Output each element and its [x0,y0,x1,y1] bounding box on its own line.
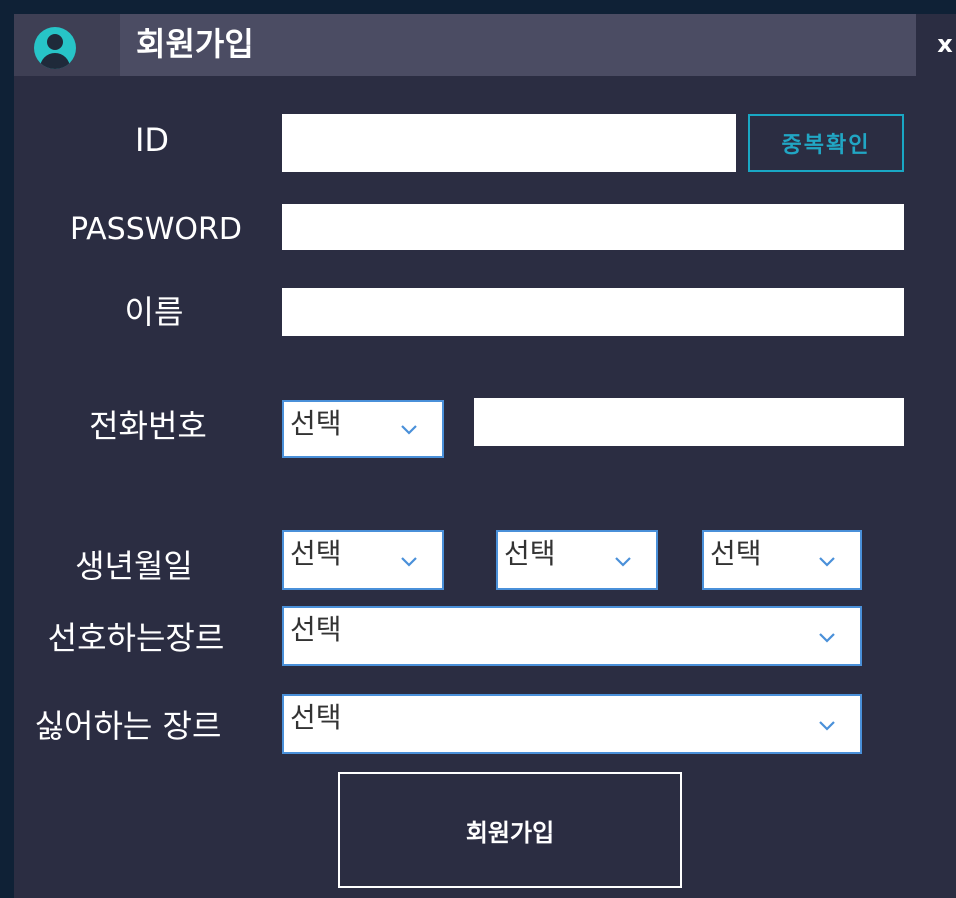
birth-label: 생년월일 [75,547,193,585]
duplicate-check-button[interactable]: 중복확인 [748,114,904,172]
signup-submit-button[interactable]: 회원가입 [338,772,682,888]
select-value: 선택 [504,537,556,570]
id-input[interactable] [282,114,736,172]
title-bar: 회원가입 [14,14,916,76]
birth-month-select[interactable]: 선택 [496,530,658,590]
select-value: 선택 [290,613,342,646]
disliked-genre-label: 싫어하는 장르 [34,707,222,745]
password-label: PASSWORD [69,212,242,247]
liked-genre-label: 선호하는장르 [47,619,225,657]
close-icon[interactable]: x [934,30,956,58]
birth-year-select[interactable]: 선택 [282,530,444,590]
disliked-genre-select[interactable]: 선택 [282,694,862,754]
birth-day-select[interactable]: 선택 [702,530,862,590]
avatar-container [14,14,120,76]
chevron-down-icon [401,557,417,567]
chevron-down-icon [819,557,835,567]
liked-genre-select[interactable]: 선택 [282,606,862,666]
window-title: 회원가입 [136,25,254,63]
phone-label: 전화번호 [89,407,207,445]
password-input[interactable] [282,204,904,250]
signup-window: 회원가입 x ID 중복확인 PASSWORD 이름 전화번호 선택 생년월일 … [14,14,956,898]
select-value: 선택 [290,407,342,440]
id-label: ID [134,121,170,159]
chevron-down-icon [401,425,417,435]
name-label: 이름 [124,293,184,331]
user-avatar-icon [34,27,76,69]
select-value: 선택 [710,537,762,570]
chevron-down-icon [819,721,835,731]
chevron-down-icon [819,633,835,643]
phone-prefix-select[interactable]: 선택 [282,400,444,458]
select-value: 선택 [290,537,342,570]
name-input[interactable] [282,288,904,336]
chevron-down-icon [615,557,631,567]
phone-number-input[interactable] [474,398,904,446]
select-value: 선택 [290,701,342,734]
